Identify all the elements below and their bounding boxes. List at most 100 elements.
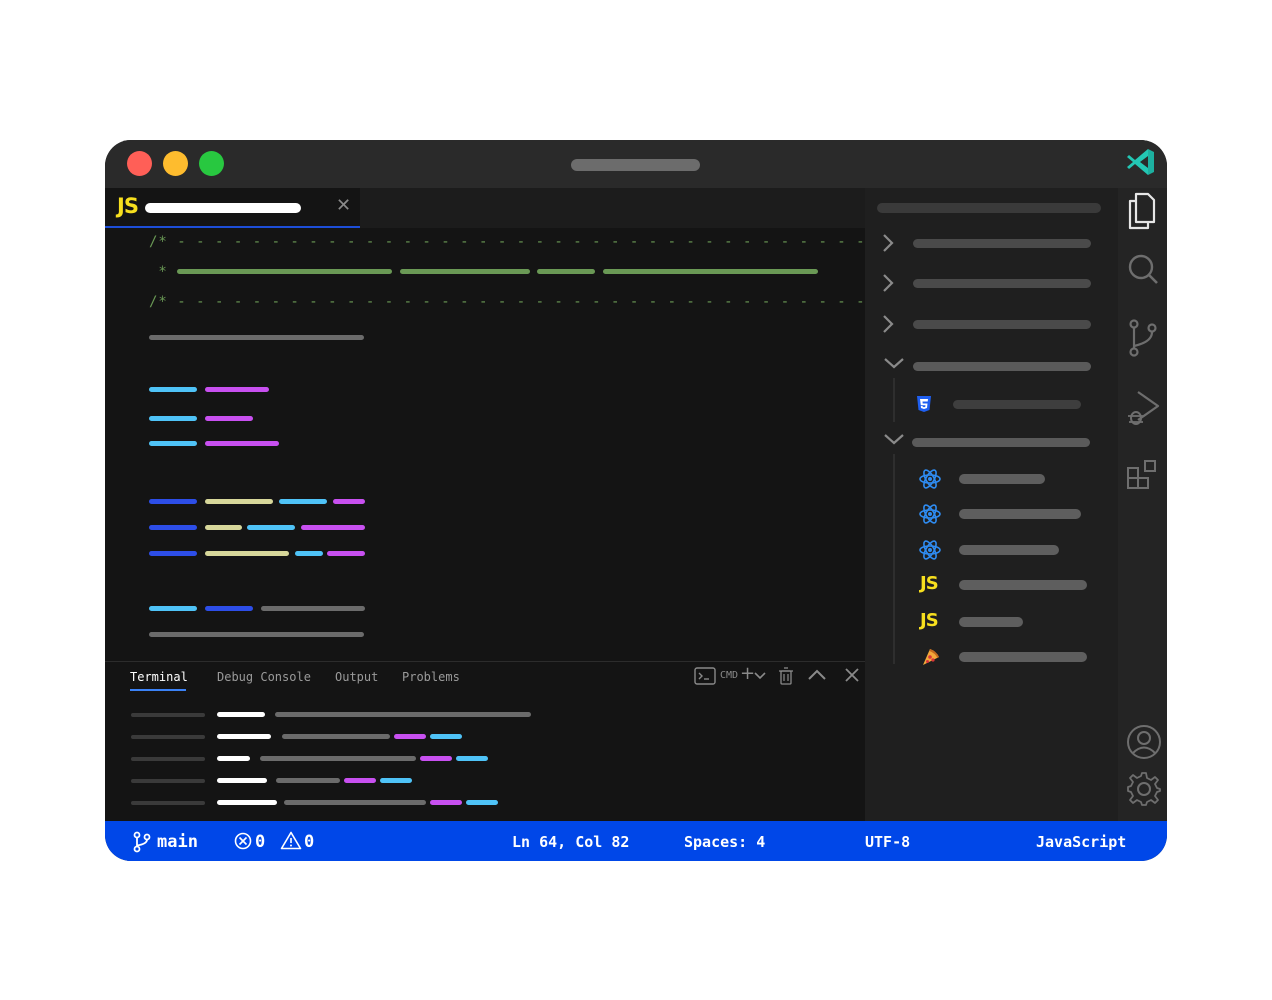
file-name-placeholder[interactable] [959, 580, 1087, 590]
account-icon[interactable] [1126, 724, 1162, 760]
terminal-token [217, 778, 267, 783]
terminal-token [217, 756, 250, 761]
file-name-placeholder[interactable] [959, 652, 1087, 662]
code-line [149, 632, 364, 637]
settings-gear-icon[interactable] [1126, 771, 1162, 807]
code-token [327, 551, 365, 556]
cmd-label: CMD [720, 670, 739, 681]
git-branch-icon[interactable] [133, 831, 151, 853]
file-name-placeholder[interactable] [959, 509, 1081, 519]
editor-tab-strip: JS ✕ [105, 188, 865, 228]
terminal-line [131, 779, 205, 783]
tab-problems[interactable]: Problems [402, 670, 460, 684]
pizza-icon [923, 649, 939, 665]
source-control-icon[interactable] [1126, 318, 1160, 358]
run-debug-icon[interactable] [1126, 388, 1162, 428]
folder-name-placeholder[interactable] [913, 239, 1091, 248]
folder-name-placeholder[interactable] [912, 438, 1090, 447]
css-icon [917, 396, 931, 412]
tab-debug-console[interactable]: Debug Console [217, 670, 311, 684]
code-token [295, 551, 323, 556]
chevron-right-icon[interactable] [881, 232, 895, 254]
terminal-token [284, 800, 426, 805]
chevron-up-icon[interactable] [807, 669, 827, 681]
warning-icon[interactable] [280, 831, 302, 850]
tab-terminal[interactable]: Terminal [130, 670, 188, 684]
trash-icon[interactable] [779, 667, 793, 685]
react-icon [919, 469, 941, 489]
react-icon [919, 540, 941, 560]
code-token [149, 387, 197, 392]
folder-name-placeholder[interactable] [913, 362, 1091, 371]
indentation-setting[interactable]: Spaces: 4 [684, 833, 765, 851]
code-token [177, 269, 392, 274]
status-bar: main 0 0 Ln 64, Col 82 Spaces: 4 UTF-8 J… [105, 821, 1167, 861]
vscode-window: JS ✕ /* - - - - - - - - - - - - - - - - … [105, 140, 1167, 861]
file-name-placeholder[interactable] [959, 617, 1023, 627]
language-mode[interactable]: JavaScript [1036, 833, 1126, 851]
warning-count: 0 [304, 832, 315, 852]
folder-name-placeholder[interactable] [913, 279, 1091, 288]
react-icon [919, 504, 941, 524]
terminal-token [430, 800, 462, 805]
code-token [205, 416, 253, 421]
file-name-placeholder[interactable] [959, 474, 1045, 484]
code-token [149, 525, 197, 530]
minimize-window-button[interactable] [163, 151, 188, 176]
active-tab-indicator [130, 689, 186, 691]
terminal-line [131, 735, 205, 739]
js-file-icon: JS [117, 194, 139, 218]
terminal-token [217, 712, 265, 717]
terminal-line [131, 713, 205, 717]
error-icon[interactable] [234, 832, 252, 850]
code-token [205, 441, 279, 446]
chevron-down-icon[interactable] [882, 356, 906, 370]
code-token [149, 416, 197, 421]
terminal-token [420, 756, 452, 761]
code-token [279, 499, 327, 504]
encoding-setting[interactable]: UTF-8 [865, 833, 910, 851]
terminal-token [466, 800, 498, 805]
terminal-token [344, 778, 376, 783]
chevron-right-icon[interactable] [881, 272, 895, 294]
terminal-token [217, 734, 271, 739]
terminal-token [456, 756, 488, 761]
js-icon: JS [920, 610, 939, 631]
code-line [149, 335, 364, 340]
explorer-sidebar: JS JS [865, 188, 1118, 821]
explorer-header-placeholder [877, 203, 1101, 213]
close-panel-icon[interactable] [845, 668, 859, 682]
close-tab-icon[interactable]: ✕ [336, 195, 351, 216]
terminal-token [217, 800, 277, 805]
files-icon[interactable] [1126, 192, 1158, 230]
code-token [149, 499, 197, 504]
code-token [333, 499, 365, 504]
branch-name[interactable]: main [157, 832, 198, 852]
js-icon: JS [920, 573, 939, 594]
maximize-window-button[interactable] [199, 151, 224, 176]
terminal-token [380, 778, 412, 783]
cursor-position[interactable]: Ln 64, Col 82 [512, 833, 629, 851]
file-name-placeholder[interactable] [959, 545, 1059, 555]
tab-output[interactable]: Output [335, 670, 378, 684]
editor-tab[interactable]: JS ✕ [105, 188, 360, 228]
terminal-token [260, 756, 416, 761]
terminal-token [275, 712, 531, 717]
code-token [149, 441, 197, 446]
close-window-button[interactable] [127, 151, 152, 176]
file-name-placeholder[interactable] [953, 400, 1081, 409]
code-token [400, 269, 530, 274]
folder-name-placeholder[interactable] [913, 320, 1091, 329]
chevron-right-icon[interactable] [881, 313, 895, 335]
search-icon[interactable] [1126, 252, 1160, 286]
extensions-icon[interactable] [1126, 458, 1160, 492]
code-comment-open: /* - - - - - - - - - - - - - - - - - - -… [149, 234, 885, 250]
chevron-down-icon[interactable] [753, 671, 767, 681]
terminal-icon[interactable] [694, 667, 716, 685]
tab-filename-placeholder [145, 203, 301, 213]
code-token [537, 269, 595, 274]
code-token [205, 606, 253, 611]
terminal-line [131, 757, 205, 761]
code-comment-close: /* - - - - - - - - - - - - - - - - - - -… [149, 294, 885, 310]
chevron-down-icon[interactable] [882, 432, 906, 446]
